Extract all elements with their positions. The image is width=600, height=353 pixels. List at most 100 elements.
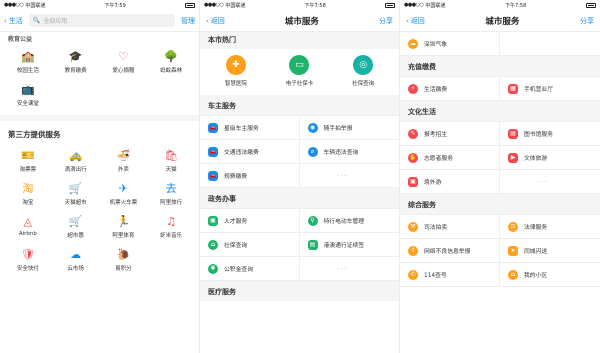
- app-ali-travel[interactable]: 去阿里旅行: [147, 183, 195, 206]
- car-icon: 🚕: [68, 149, 83, 162]
- third-party-grid: 🎫 淘票票 🚕 滴滴出行 🍜 外卖 🛍 天猫 淘淘宝 🛒 天猫超市 ✈ 机票火车票 去阿里旅…: [0, 146, 199, 280]
- signal-icon: ●●●○○: [204, 2, 224, 8]
- hot-social-card[interactable]: ▭ 电子社保卡: [268, 55, 332, 87]
- app-tmall[interactable]: 🛍 天猫: [147, 150, 195, 173]
- placeholder-cell: [500, 32, 600, 56]
- service-photo-report[interactable]: ◉ 随手拍举报: [299, 116, 399, 140]
- car-icon: 🚗: [208, 170, 218, 181]
- back-button[interactable]: ‹ 返回: [206, 16, 225, 26]
- carrier-label: 中国联通: [225, 2, 246, 9]
- fund-icon: ¥: [208, 263, 218, 274]
- app-supermarket-deals[interactable]: 🛒 超市惠: [52, 216, 100, 239]
- shield-icon: 🛡: [20, 248, 35, 261]
- share-button[interactable]: 分享: [379, 16, 393, 26]
- taobao-icon: 淘: [22, 182, 34, 195]
- app-ali-sports[interactable]: 🏃 阿里体育: [100, 216, 148, 239]
- security-icon: ⌂: [208, 239, 218, 250]
- page-title: 城市服务: [284, 16, 319, 27]
- app-airbnb[interactable]: ◬ Airbnb: [4, 216, 52, 239]
- app-donation[interactable]: ♡ 爱心捐赠: [100, 51, 148, 74]
- phone-screen-all-apps: ●●●○○ 中国联通 下午7:59 ‹ 生活 🔍 全部应用 管理 教育公益 🏫 …: [0, 0, 200, 353]
- back-button[interactable]: ‹ 返回: [406, 16, 425, 26]
- back-label: 返回: [410, 16, 425, 25]
- app-edu-payment[interactable]: 🎓 教育缴费: [52, 51, 100, 74]
- service-114[interactable]: ✆ 114查号: [400, 263, 500, 287]
- hot-section-title: 本市热门: [200, 32, 399, 49]
- service-utility[interactable]: ⚡ 生活缴费: [400, 77, 500, 101]
- service-my-community[interactable]: ⌂ 我的小区: [500, 263, 600, 287]
- app-flight-train[interactable]: ✈ 机票火车票: [100, 183, 148, 206]
- app-easy-points[interactable]: 🐌 易积分: [100, 249, 148, 272]
- hot-smart-hospital[interactable]: ✚ 智慧医院: [204, 55, 268, 87]
- service-talent[interactable]: ▣ 人才服务: [200, 209, 300, 233]
- service-fees[interactable]: 🚗 规费缴费: [200, 164, 300, 188]
- service-library[interactable]: ▤ 图书馆服务: [500, 122, 600, 146]
- page-title: 城市服务: [485, 16, 520, 27]
- chevron-left-icon: ‹: [206, 16, 209, 25]
- app-school-life[interactable]: 🏫 校园生活: [4, 51, 52, 74]
- app-tmall-supermarket[interactable]: 🛒 天猫超市: [52, 183, 100, 206]
- hot-social-query[interactable]: ◎ 社保查询: [331, 55, 395, 87]
- app-takeaway[interactable]: 🍜 外卖: [100, 150, 148, 173]
- third-party-title: 第三方提供服务: [8, 130, 61, 139]
- report-icon: !: [408, 245, 418, 256]
- service-social-query[interactable]: ⌂ 社保查询: [200, 233, 300, 257]
- service-culture-travel[interactable]: ▶ 文体旅游: [500, 146, 600, 170]
- app-safe-pay[interactable]: 🛡 安全快付: [4, 249, 52, 272]
- service-legal[interactable]: ⚖ 法律服务: [500, 215, 600, 239]
- service-mobile-hall[interactable]: ▦ 手机营业厅: [500, 77, 600, 101]
- plane-icon: ✈: [118, 182, 128, 195]
- service-housing-fund[interactable]: ¥ 公积金查询: [200, 257, 300, 281]
- app-cloud-market[interactable]: ☁ 云市场: [52, 249, 100, 272]
- search-placeholder: 全部应用: [43, 18, 68, 25]
- service-vehicle-violation[interactable]: ⌕ 车辆违法查询: [299, 140, 399, 164]
- card-icon: ▭: [289, 55, 310, 75]
- hand-icon: ✋: [408, 152, 418, 163]
- service-ebike[interactable]: ⚲ 特行电动车管理: [299, 209, 399, 233]
- placeholder-cell: ···: [299, 164, 399, 188]
- airbnb-icon: ◬: [23, 215, 33, 228]
- navbar: ‹ 返回 城市服务 分享: [400, 10, 600, 32]
- app-xiami-music[interactable]: ♫ 虾米音乐: [147, 216, 195, 239]
- cat-icon: 🛍: [164, 149, 179, 162]
- service-weather[interactable]: ☁ 深圳气象: [400, 32, 500, 56]
- chevron-left-icon: ‹: [4, 16, 7, 25]
- service-judicial-auction[interactable]: ⚒ 司法拍卖: [400, 215, 500, 239]
- heart-icon: ♡: [118, 50, 129, 63]
- camera-icon: ◉: [307, 122, 318, 133]
- cart-icon: 🛒: [68, 182, 83, 195]
- security-icon: ◎: [353, 55, 374, 75]
- bowl-icon: 🍜: [116, 149, 131, 162]
- shopcart-icon: 🛒: [68, 215, 83, 228]
- app-taobao[interactable]: 淘淘宝: [4, 183, 52, 206]
- app-didi[interactable]: 🚕 滴滴出行: [52, 150, 100, 173]
- film-icon: ▶: [508, 152, 518, 163]
- service-hk-macau-pass[interactable]: ▤ 港澳通行证续签: [299, 233, 399, 257]
- app-ant-forest[interactable]: 🌳 蚂蚁森林: [147, 51, 195, 74]
- shop-icon: ▦: [508, 83, 518, 94]
- service-traffic-fine[interactable]: 🚗 交通违法缴费: [200, 140, 300, 164]
- service-exam[interactable]: ✎ 报考招生: [400, 122, 500, 146]
- carrier-label: 中国联通: [25, 2, 46, 9]
- exam-icon: ✎: [408, 128, 418, 139]
- status-bar: ●●●○○ 中国联通 下午7:58: [200, 0, 399, 10]
- luggage-icon: ▣: [408, 176, 418, 187]
- manage-button[interactable]: 管理: [181, 16, 195, 26]
- service-star-owner[interactable]: 🚗 星级车主服务: [200, 116, 300, 140]
- search-input[interactable]: 🔍 全部应用: [28, 14, 175, 27]
- share-button[interactable]: 分享: [580, 16, 594, 26]
- car-icon: 🚗: [208, 146, 218, 157]
- tv-icon: 📺: [21, 83, 35, 96]
- recharge-section-title: 充值缴费: [400, 56, 600, 76]
- app-taopiaopiao[interactable]: 🎫 淘票票: [4, 150, 52, 173]
- general-section-title: 综合服务: [400, 194, 600, 214]
- back-button[interactable]: ‹ 生活: [4, 16, 23, 26]
- app-safety-class[interactable]: 📺 安全课堂: [4, 84, 52, 107]
- service-flash-delivery[interactable]: ➤ 同城闪送: [500, 239, 600, 263]
- passport-icon: ▤: [307, 239, 318, 250]
- service-volunteer[interactable]: ✋ 志愿者服务: [400, 146, 500, 170]
- law-icon: ⚖: [508, 221, 518, 232]
- service-overseas[interactable]: ▣ 境外游: [400, 170, 500, 194]
- service-report-bad-info[interactable]: ! 网络不良信息举报: [400, 239, 500, 263]
- hospital-icon: ✚: [225, 55, 246, 75]
